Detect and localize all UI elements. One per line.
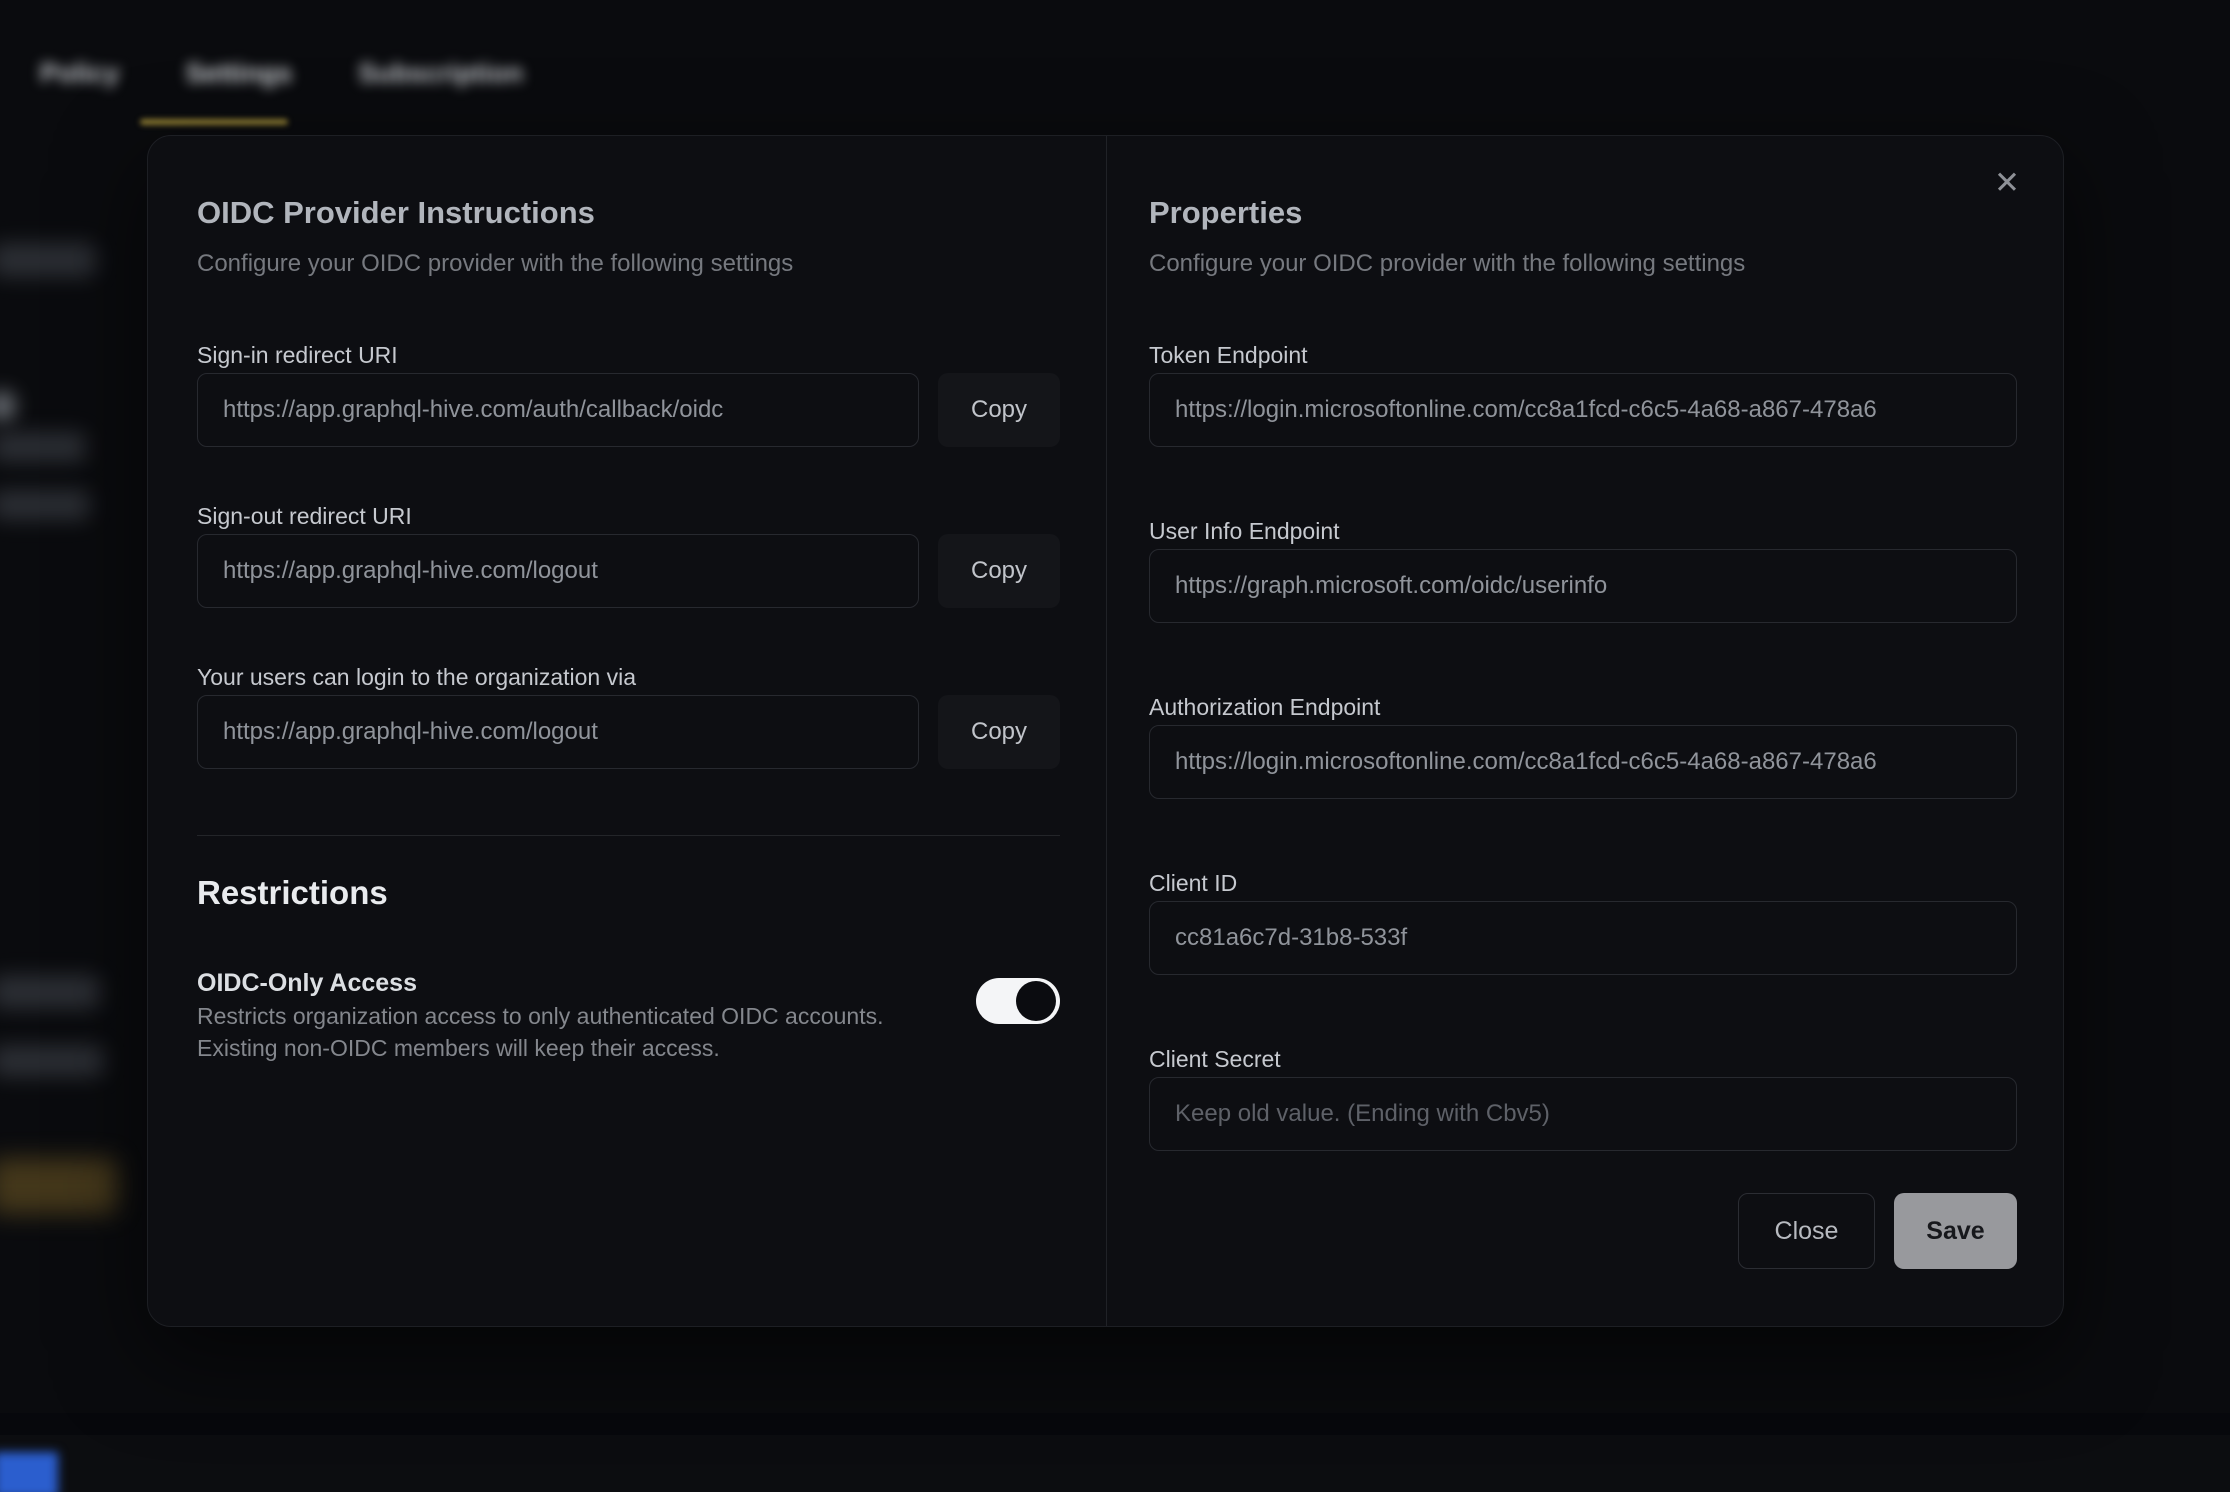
blurred-text-blob [0,490,90,520]
blurred-text-blob [0,975,100,1009]
client-id-label: Client ID [1149,865,2017,901]
blurred-text-blob [0,432,86,462]
column-divider [1106,136,1107,1326]
oidc-only-access-row: OIDC-Only Access Restricts organization … [197,966,1060,1064]
properties-title: Properties [1149,193,2017,233]
token-endpoint-field: Token Endpoint [1149,337,2017,513]
tab-settings[interactable]: Settings [186,58,293,89]
tab-subscription[interactable]: Subscription [358,58,523,89]
instructions-title: OIDC Provider Instructions [197,193,1060,233]
signin-redirect-input[interactable] [197,373,919,447]
oidc-only-access-text: OIDC-Only Access Restricts organization … [197,966,884,1064]
modal-footer: Close Save [1149,1193,2017,1269]
save-button[interactable]: Save [1894,1193,2017,1269]
userinfo-endpoint-field: User Info Endpoint [1149,513,2017,689]
blurred-blue-box [0,1452,58,1492]
restrictions-divider [197,835,1060,836]
tab-bar: Policy Settings Subscription [40,58,523,89]
copy-signin-button[interactable]: Copy [938,373,1060,447]
signin-redirect-field: Sign-in redirect URI Copy [197,337,1060,498]
properties-column: Properties Configure your OIDC provider … [1149,193,2017,1269]
active-tab-indicator [140,119,288,125]
oidc-only-access-description-line1: Restricts organization access to only au… [197,1000,884,1032]
instructions-column: OIDC Provider Instructions Configure you… [197,193,1060,1064]
login-via-input[interactable] [197,695,919,769]
close-button[interactable]: Close [1738,1193,1875,1269]
oidc-only-access-label: OIDC-Only Access [197,966,884,1000]
token-endpoint-input[interactable] [1149,373,2017,447]
app-root: Policy Settings Subscription ✕ OIDC Prov… [0,0,2230,1492]
restrictions-heading: Restrictions [197,871,1060,915]
signout-redirect-label: Sign-out redirect URI [197,498,1060,534]
authorization-endpoint-field: Authorization Endpoint [1149,689,2017,865]
client-secret-label: Client Secret [1149,1041,2017,1077]
blurred-text-blob [0,243,96,277]
client-id-input[interactable] [1149,901,2017,975]
instructions-subtitle: Configure your OIDC provider with the fo… [197,249,1060,279]
oidc-settings-modal: ✕ OIDC Provider Instructions Configure y… [147,135,2064,1327]
copy-login-via-button[interactable]: Copy [938,695,1060,769]
oidc-only-access-description-line2: Existing non-OIDC members will keep thei… [197,1032,884,1064]
client-secret-field: Client Secret [1149,1041,2017,1151]
toggle-thumb [1016,981,1056,1021]
copy-signout-button[interactable]: Copy [938,534,1060,608]
blurred-button-blob [0,1158,118,1214]
userinfo-endpoint-input[interactable] [1149,549,2017,623]
client-secret-input[interactable] [1149,1077,2017,1151]
background-band [0,1413,2230,1435]
login-via-label: Your users can login to the organization… [197,659,1060,695]
properties-subtitle: Configure your OIDC provider with the fo… [1149,249,2017,279]
signout-redirect-input[interactable] [197,534,919,608]
client-id-field: Client ID [1149,865,2017,1041]
signout-redirect-field: Sign-out redirect URI Copy [197,498,1060,659]
blurred-dot [0,392,14,420]
background-footer-area [0,1435,2230,1492]
oidc-only-access-toggle[interactable] [976,978,1060,1024]
login-via-field: Your users can login to the organization… [197,659,1060,769]
blurred-text-blob [0,1045,104,1077]
userinfo-endpoint-label: User Info Endpoint [1149,513,2017,549]
authorization-endpoint-input[interactable] [1149,725,2017,799]
authorization-endpoint-label: Authorization Endpoint [1149,689,2017,725]
token-endpoint-label: Token Endpoint [1149,337,2017,373]
tab-policy[interactable]: Policy [40,58,120,89]
signin-redirect-label: Sign-in redirect URI [197,337,1060,373]
